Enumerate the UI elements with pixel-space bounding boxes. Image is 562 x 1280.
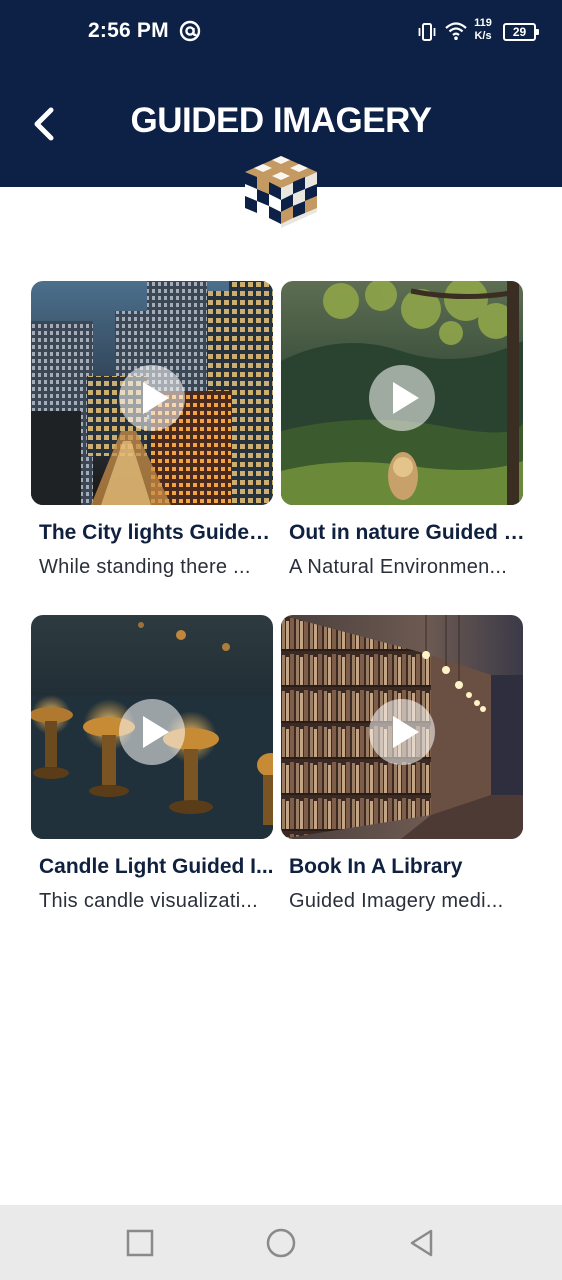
card-title: Candle Light Guided I... — [39, 855, 274, 878]
wifi-icon — [445, 22, 467, 40]
battery-indicator: 29 — [503, 23, 539, 41]
meditation-card-city-lights[interactable]: The City lights Guided... While standing… — [31, 281, 275, 578]
card-description: While standing there ... — [39, 556, 251, 578]
app-logo-cube-icon — [245, 156, 317, 228]
card-thumbnail[interactable] — [281, 281, 523, 505]
meditation-card-out-in-nature[interactable]: Out in nature Guided I... A Natural Envi… — [281, 281, 525, 578]
card-title: Out in nature Guided I... — [289, 521, 525, 544]
card-description: This candle visualizati... — [39, 890, 259, 912]
play-icon[interactable] — [369, 365, 435, 431]
play-icon[interactable] — [119, 699, 185, 765]
card-thumbnail[interactable] — [31, 281, 273, 505]
at-sign-icon — [179, 20, 201, 42]
network-speed-unit: K/s — [474, 30, 492, 42]
triangle-back-icon[interactable] — [406, 1227, 438, 1259]
status-bar: 2:56 PM 119 K/s 29 — [0, 0, 562, 64]
network-speed-value: 119 — [474, 17, 492, 29]
card-description: Guided Imagery medi... — [289, 890, 504, 912]
card-title: Book In A Library — [289, 855, 463, 878]
card-description: A Natural Environmen... — [289, 556, 508, 578]
status-time: 2:56 PM — [88, 19, 169, 42]
card-thumbnail[interactable] — [31, 615, 273, 839]
card-thumbnail[interactable] — [281, 615, 523, 839]
page-title: GUIDED IMAGERY — [130, 101, 432, 140]
system-navigation-bar — [0, 1205, 562, 1280]
play-icon[interactable] — [119, 365, 185, 431]
meditation-card-candle-light[interactable]: Candle Light Guided I... This candle vis… — [31, 615, 274, 912]
square-icon[interactable] — [124, 1227, 156, 1259]
card-title: The City lights Guided... — [39, 521, 275, 544]
circle-icon[interactable] — [265, 1227, 297, 1259]
play-icon[interactable] — [369, 699, 435, 765]
meditation-card-book-in-a-library[interactable]: Book In A Library Guided Imagery medi... — [281, 615, 523, 912]
vibrate-icon — [418, 23, 436, 41]
network-speed: 119 K/s — [470, 17, 496, 43]
